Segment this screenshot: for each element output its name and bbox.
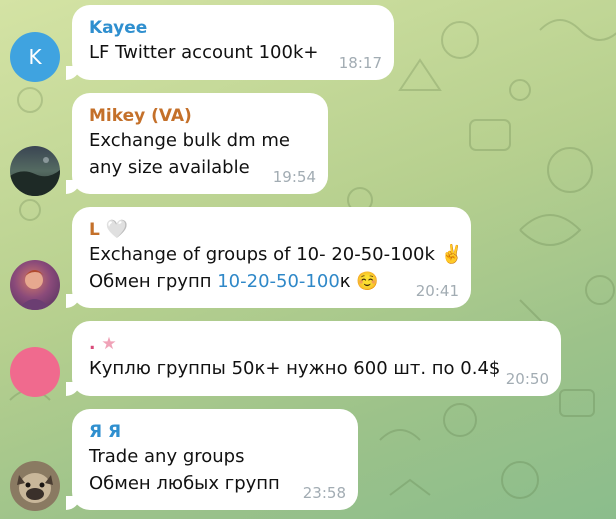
message-time: 23:58	[302, 484, 346, 502]
message-bubble[interactable]: Mikey (VA) Exchange bulk dm me any size …	[66, 93, 328, 194]
message-line-suffix: к	[339, 271, 351, 292]
message-sender[interactable]: Mikey (VA)	[89, 105, 314, 127]
smiling-face-icon: ☺️	[356, 271, 379, 292]
message-line-prefix: Обмен групп	[89, 271, 218, 292]
message-sender[interactable]: Я Я	[89, 421, 344, 443]
sender-name[interactable]: L	[89, 220, 100, 240]
message-text: Куплю группы 50к+ нужно 600 шт. по 0.4$	[89, 358, 501, 379]
message-bubble[interactable]: Я Я Trade any groups Обмен любых групп 2…	[66, 409, 358, 510]
star-icon: ★	[101, 334, 117, 354]
message-text: Обмен групп 10-20-50-100к ☺️	[89, 268, 457, 295]
message-text: LF Twitter account 100k+	[89, 42, 319, 63]
message-line: Exchange of groups of 10- 20-50-100k	[89, 244, 435, 265]
avatar[interactable]	[10, 146, 60, 196]
message-sender[interactable]: L 🤍	[89, 219, 457, 241]
white-heart-icon: 🤍	[105, 219, 129, 240]
victory-hand-icon: ✌️	[440, 244, 464, 265]
message-text: Trade any groups	[89, 446, 245, 467]
message-time: 20:50	[505, 370, 549, 388]
phone-number-link[interactable]: 10-20-50-100	[217, 271, 340, 292]
message-time: 18:17	[338, 54, 382, 72]
avatar[interactable]	[10, 260, 60, 310]
message-bubble[interactable]: L 🤍 Exchange of groups of 10- 20-50-100k…	[66, 207, 471, 308]
message-text: Exchange of groups of 10- 20-50-100k ✌️	[89, 241, 463, 268]
landscape-photo-icon	[10, 157, 60, 196]
message-sender[interactable]: Kayee	[89, 17, 380, 39]
message-sender[interactable]: . ★	[89, 333, 547, 355]
sender-name[interactable]: .	[89, 334, 95, 354]
avatar[interactable]: K	[10, 32, 60, 82]
message-time: 20:41	[415, 282, 459, 300]
avatar[interactable]	[10, 461, 60, 511]
message-bubble[interactable]: . ★ Куплю группы 50к+ нужно 600 шт. по 0…	[66, 321, 561, 396]
avatar[interactable]	[10, 347, 60, 397]
message-bubble[interactable]: Kayee LF Twitter account 100k+ 18:17	[66, 5, 394, 80]
message-time: 19:54	[272, 168, 316, 186]
message-text: Exchange bulk dm me	[89, 130, 290, 151]
dog-photo-icon	[17, 473, 53, 503]
profile-photo-icon	[18, 270, 52, 310]
